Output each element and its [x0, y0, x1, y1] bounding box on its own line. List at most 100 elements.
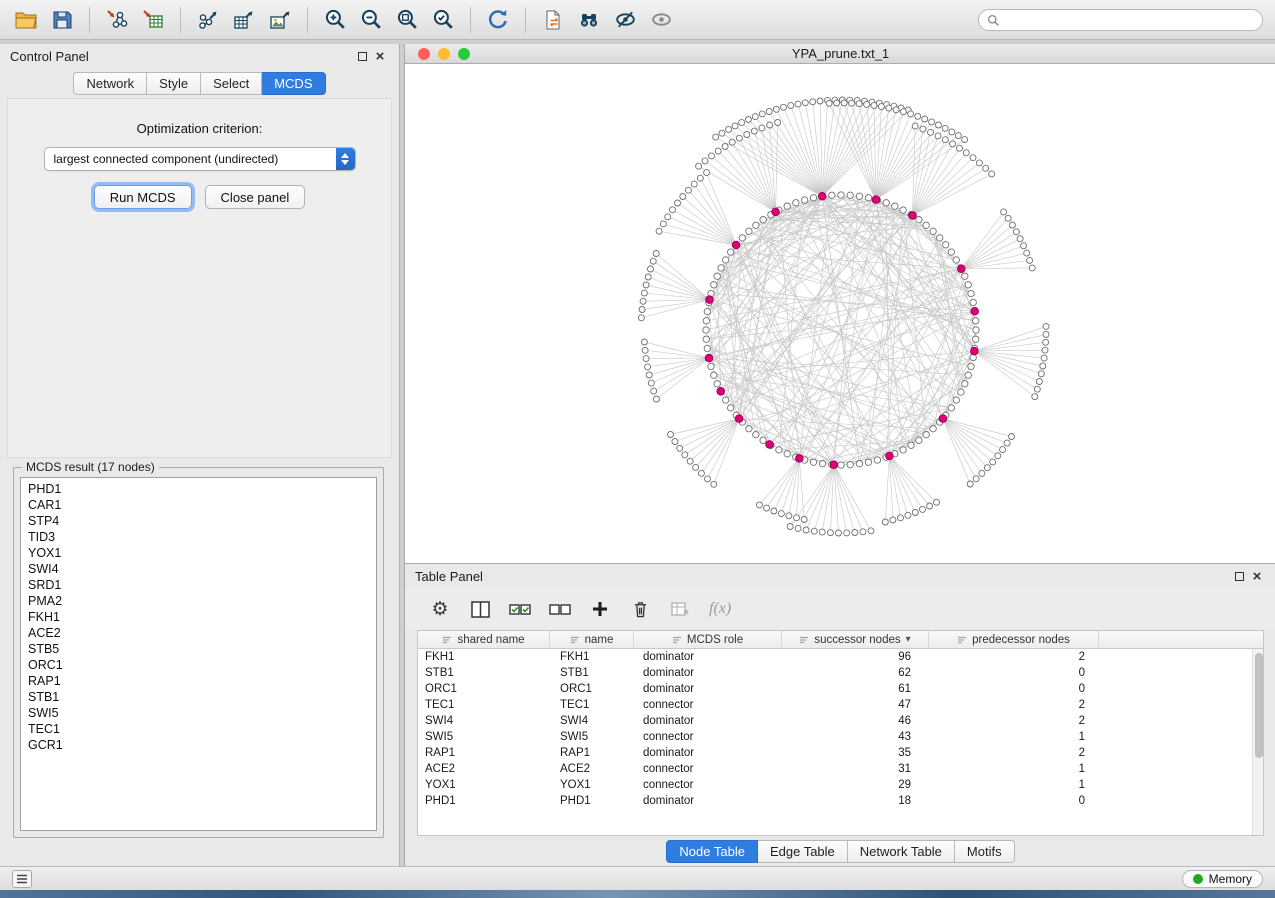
network-leaf-node[interactable]	[976, 160, 982, 166]
network-leaf-node[interactable]	[691, 181, 697, 187]
network-leaf-node[interactable]	[979, 470, 985, 476]
network-node[interactable]	[708, 363, 714, 369]
import-table-icon[interactable]	[135, 4, 171, 36]
network-leaf-node[interactable]	[836, 530, 842, 536]
network-leaf-node[interactable]	[739, 120, 745, 126]
result-list-item[interactable]: STP4	[21, 513, 376, 529]
network-node[interactable]	[793, 200, 799, 206]
network-node[interactable]	[703, 336, 709, 342]
table-row[interactable]: PHD1PHD1dominator180	[418, 793, 1252, 809]
network-leaf-node[interactable]	[778, 511, 784, 517]
network-leaf-node[interactable]	[920, 126, 926, 132]
network-leaf-node[interactable]	[893, 107, 899, 113]
network-node[interactable]	[930, 426, 936, 432]
network-leaf-node[interactable]	[957, 145, 963, 151]
refresh-icon[interactable]	[480, 4, 516, 36]
network-node[interactable]	[704, 308, 710, 314]
table-row[interactable]: STB1STB1dominator620	[418, 665, 1252, 681]
network-leaf-node[interactable]	[864, 101, 870, 107]
network-leaf-node[interactable]	[651, 388, 657, 394]
network-dominator-node[interactable]	[732, 241, 740, 249]
network-leaf-node[interactable]	[1043, 339, 1049, 345]
network-leaf-node[interactable]	[1041, 355, 1047, 361]
network-node[interactable]	[923, 222, 929, 228]
network-leaf-node[interactable]	[715, 148, 721, 154]
table-row[interactable]: SWI4SWI4dominator462	[418, 713, 1252, 729]
network-node[interactable]	[865, 459, 871, 465]
network-leaf-node[interactable]	[1017, 236, 1023, 242]
result-list-item[interactable]: SWI4	[21, 561, 376, 577]
network-leaf-node[interactable]	[920, 506, 926, 512]
network-node[interactable]	[728, 249, 734, 255]
result-list-item[interactable]: PMA2	[21, 593, 376, 609]
network-leaf-node[interactable]	[672, 439, 678, 445]
network-leaf-node[interactable]	[722, 144, 728, 150]
network-leaf-node[interactable]	[751, 128, 757, 134]
network-node[interactable]	[776, 447, 782, 453]
network-leaf-node[interactable]	[646, 372, 652, 378]
network-leaf-node[interactable]	[898, 515, 904, 521]
network-node[interactable]	[937, 235, 943, 241]
memory-button[interactable]: Memory	[1182, 870, 1263, 888]
network-node[interactable]	[810, 195, 816, 201]
network-node[interactable]	[760, 217, 766, 223]
network-leaf-node[interactable]	[962, 137, 968, 143]
delete-column-icon[interactable]	[629, 600, 651, 618]
network-leaf-node[interactable]	[711, 481, 717, 487]
network-node[interactable]	[883, 200, 889, 206]
network-node[interactable]	[703, 327, 709, 333]
network-node[interactable]	[760, 437, 766, 443]
network-dominator-node[interactable]	[796, 455, 804, 463]
network-node[interactable]	[703, 318, 709, 324]
network-leaf-node[interactable]	[1000, 447, 1006, 453]
network-node[interactable]	[753, 222, 759, 228]
network-leaf-node[interactable]	[1034, 386, 1040, 392]
network-leaf-node[interactable]	[665, 214, 671, 220]
network-node[interactable]	[714, 273, 720, 279]
network-node[interactable]	[838, 462, 844, 468]
network-leaf-node[interactable]	[643, 356, 649, 362]
result-list-item[interactable]: YOX1	[21, 545, 376, 561]
network-node[interactable]	[968, 363, 974, 369]
column-header-MCDS-role[interactable]: MCDS role	[634, 631, 782, 648]
network-node[interactable]	[900, 207, 906, 213]
network-leaf-node[interactable]	[1001, 209, 1007, 215]
tab-style[interactable]: Style	[147, 72, 201, 95]
zoom-in-icon[interactable]	[317, 4, 353, 36]
network-leaf-node[interactable]	[878, 104, 884, 110]
network-dominator-node[interactable]	[818, 193, 826, 201]
float-table-panel-icon[interactable]	[1230, 568, 1248, 584]
network-leaf-node[interactable]	[645, 364, 651, 370]
result-list-item[interactable]: TEC1	[21, 721, 376, 737]
search-input[interactable]	[1005, 13, 1254, 27]
network-leaf-node[interactable]	[639, 307, 645, 313]
network-leaf-node[interactable]	[990, 459, 996, 465]
network-node[interactable]	[973, 336, 979, 342]
show-columns-icon[interactable]	[469, 601, 491, 618]
table-row[interactable]: TEC1TEC1connector472	[418, 697, 1252, 713]
network-node[interactable]	[892, 203, 898, 209]
network-leaf-node[interactable]	[640, 298, 646, 304]
network-canvas[interactable]	[405, 64, 1275, 563]
network-leaf-node[interactable]	[1040, 363, 1046, 369]
network-leaf-node[interactable]	[729, 139, 735, 145]
network-leaf-node[interactable]	[1043, 331, 1049, 337]
network-node[interactable]	[746, 426, 752, 432]
network-dominator-node[interactable]	[766, 441, 774, 449]
network-leaf-node[interactable]	[732, 123, 738, 129]
network-leaf-node[interactable]	[849, 100, 855, 106]
network-leaf-node[interactable]	[775, 120, 781, 126]
network-leaf-node[interactable]	[687, 458, 693, 464]
result-list-item[interactable]: STB1	[21, 689, 376, 705]
network-leaf-node[interactable]	[675, 200, 681, 206]
network-leaf-node[interactable]	[841, 100, 847, 106]
network-leaf-node[interactable]	[868, 528, 874, 534]
network-leaf-node[interactable]	[709, 153, 715, 159]
criterion-select[interactable]: largest connected component (undirected)	[44, 147, 356, 171]
network-leaf-node[interactable]	[942, 125, 948, 131]
network-leaf-node[interactable]	[935, 122, 941, 128]
network-node[interactable]	[801, 197, 807, 203]
network-leaf-node[interactable]	[638, 315, 644, 321]
network-leaf-node[interactable]	[912, 510, 918, 516]
network-leaf-node[interactable]	[767, 122, 773, 128]
